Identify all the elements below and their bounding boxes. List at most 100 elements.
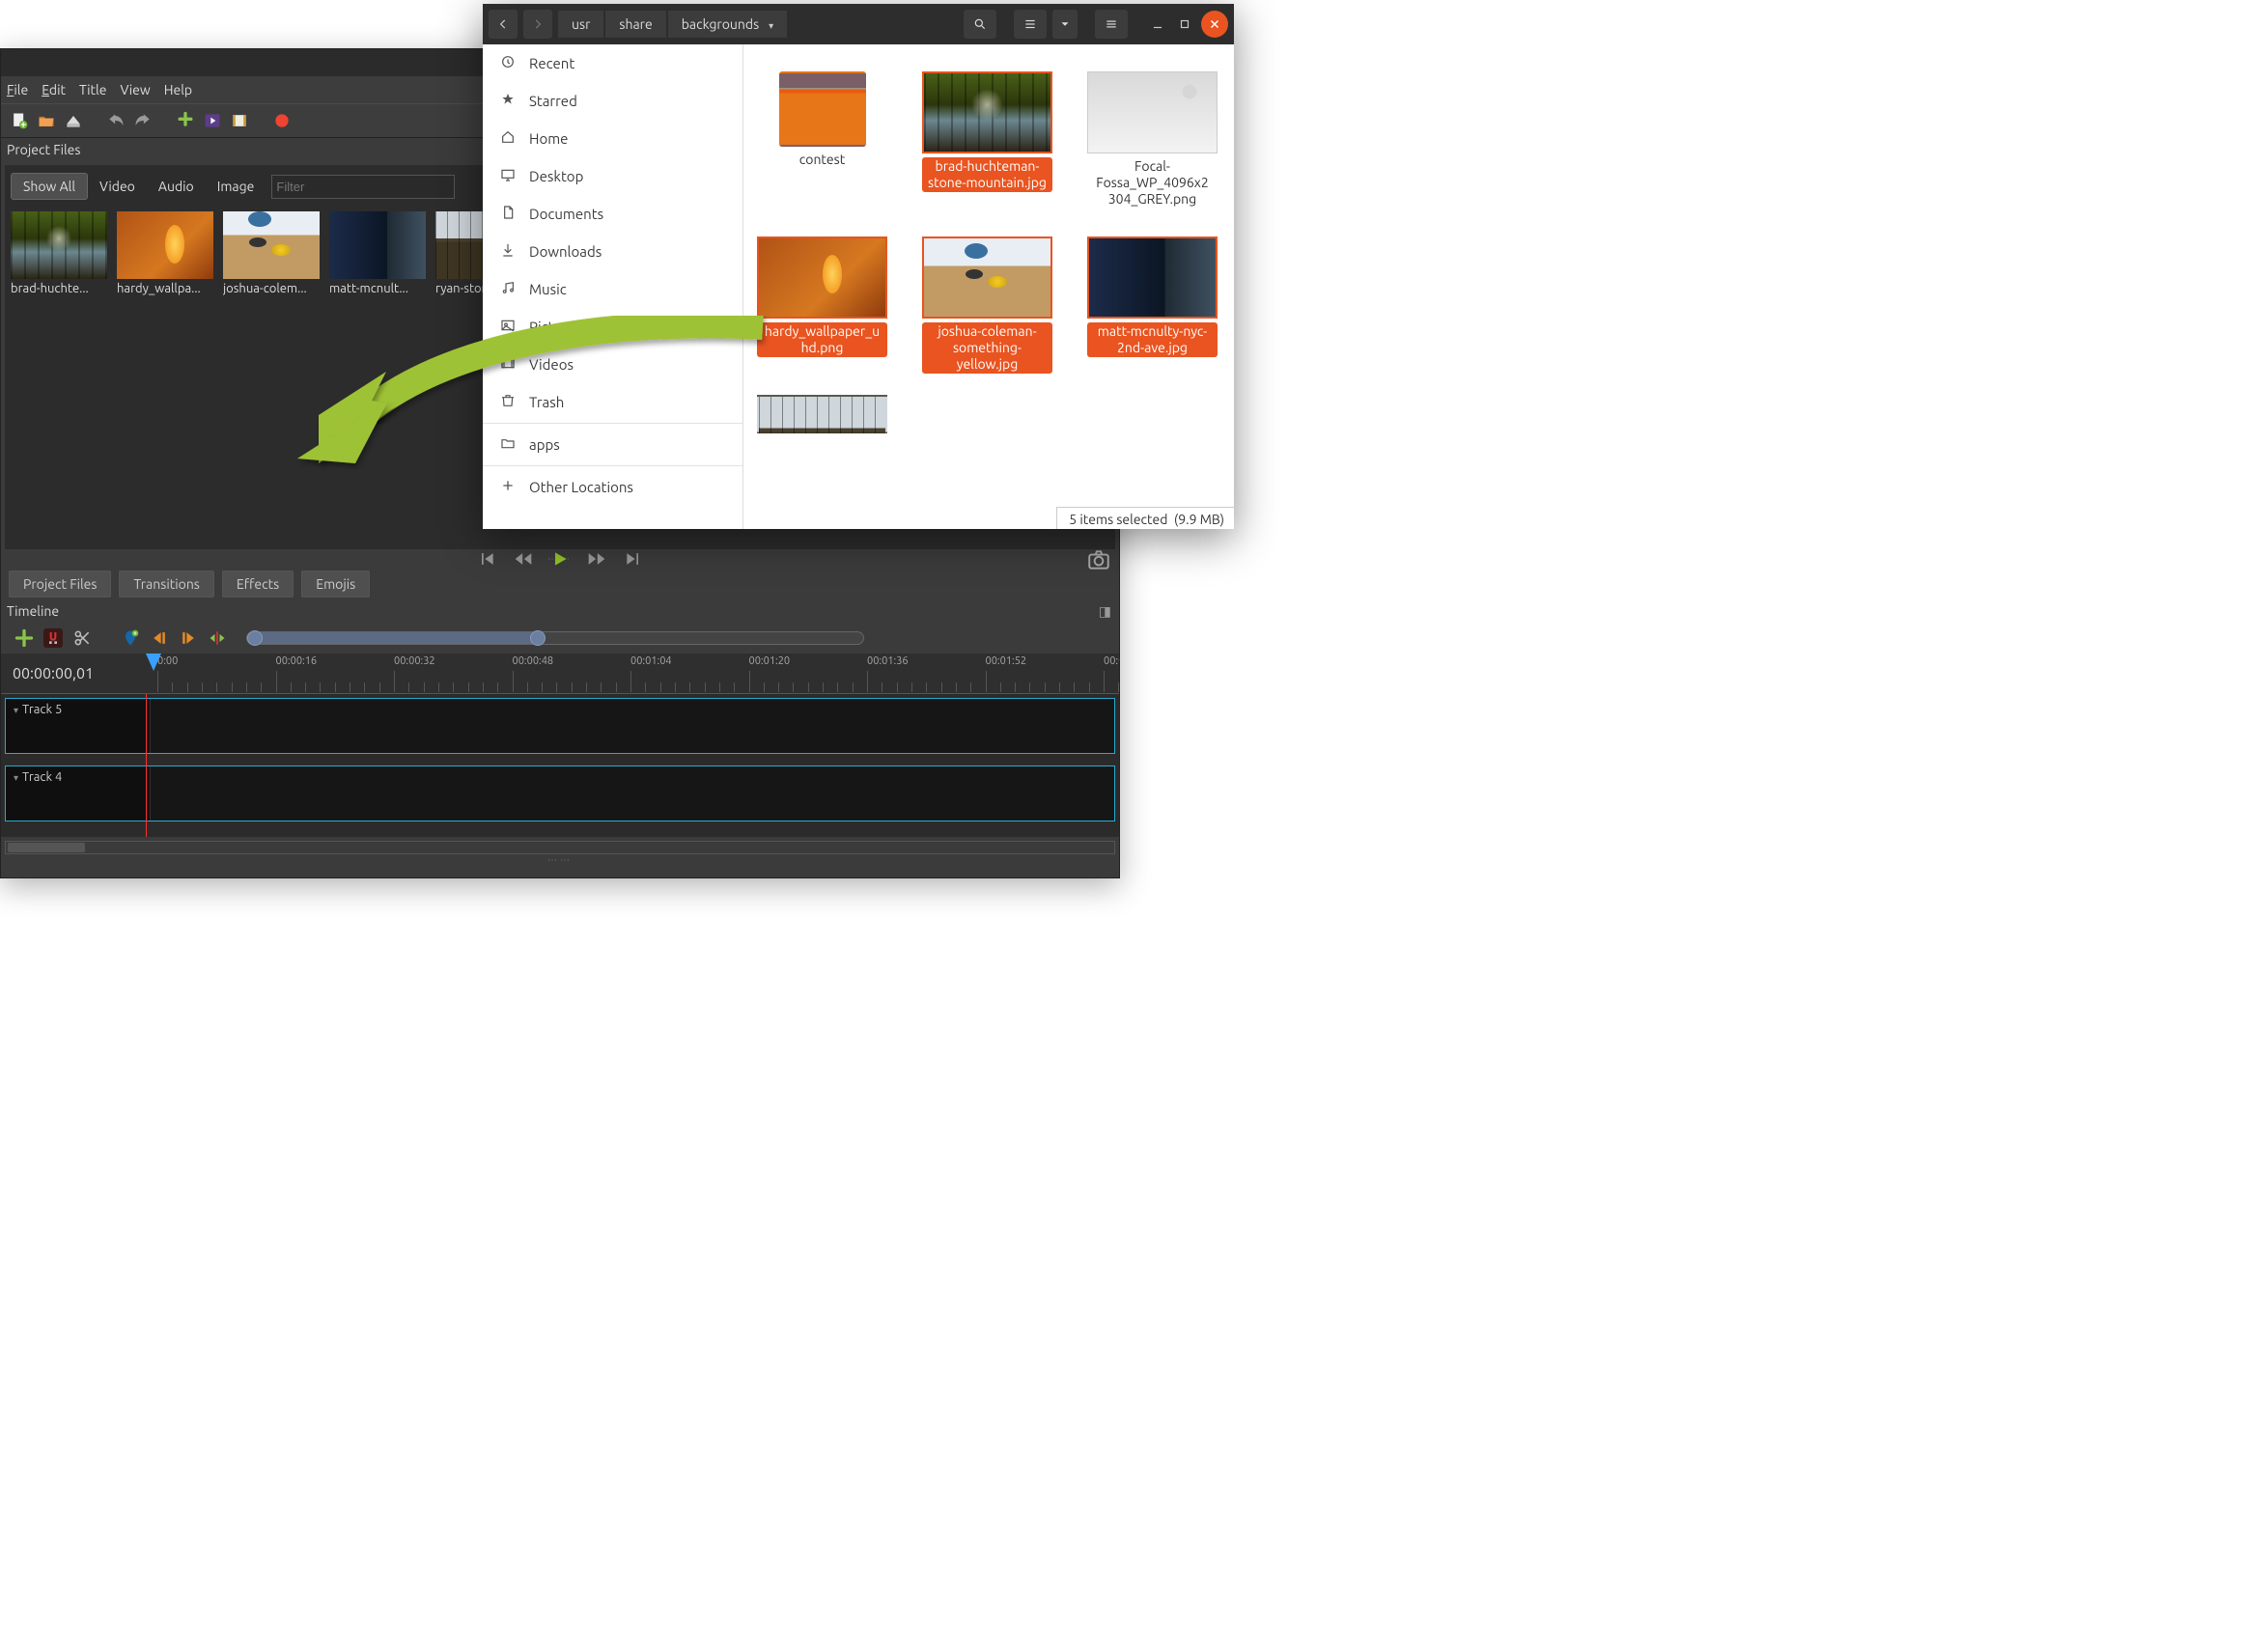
- project-file-item[interactable]: brad-huchte...: [11, 211, 107, 295]
- filter-image[interactable]: Image: [206, 174, 266, 199]
- undo-icon[interactable]: [105, 110, 126, 131]
- sidebar-item-videos[interactable]: Videos: [483, 346, 742, 383]
- file-item[interactable]: joshua-coleman-something-yellow.jpg: [922, 237, 1052, 373]
- tab-project-files[interactable]: Project Files: [9, 571, 111, 598]
- timeline-track[interactable]: Track 4: [5, 765, 1115, 821]
- filter-audio[interactable]: Audio: [147, 174, 206, 199]
- forward-icon[interactable]: [587, 549, 606, 571]
- record-icon[interactable]: [271, 110, 293, 131]
- snapshot-icon[interactable]: [1086, 547, 1111, 569]
- sidebar-item-label: apps: [529, 436, 560, 453]
- zoom-knob-right[interactable]: [530, 630, 546, 646]
- play-icon[interactable]: [550, 549, 570, 571]
- tab-transitions[interactable]: Transitions: [119, 571, 213, 598]
- sidebar-item-desktop[interactable]: Desktop: [483, 157, 742, 195]
- tab-effects[interactable]: Effects: [222, 571, 294, 598]
- sidebar-item-music[interactable]: Music: [483, 270, 742, 308]
- sidebar-item-folder[interactable]: apps: [483, 426, 742, 463]
- list-view-icon[interactable]: [1014, 10, 1047, 39]
- status-size: (9.9 MB): [1174, 512, 1224, 527]
- filter-video[interactable]: Video: [88, 174, 147, 199]
- export-icon[interactable]: [229, 110, 250, 131]
- sidebar-item-star[interactable]: Starred: [483, 82, 742, 120]
- timecode-display: 00:00:00,01: [13, 665, 94, 682]
- filter-input[interactable]: [271, 175, 455, 199]
- playhead-icon[interactable]: [146, 654, 161, 671]
- center-playhead-icon[interactable]: [208, 628, 227, 648]
- filter-show-all[interactable]: Show All: [11, 173, 88, 200]
- view-dropdown-icon[interactable]: [1052, 10, 1078, 39]
- preview-icon[interactable]: [202, 110, 223, 131]
- prev-marker-icon[interactable]: [150, 628, 169, 648]
- save-project-icon[interactable]: [63, 110, 84, 131]
- sidebar-item-label: Downloads: [529, 243, 602, 260]
- star-icon: [500, 92, 516, 110]
- rewind-icon[interactable]: [514, 549, 533, 571]
- sidebar-item-label: Other Locations: [529, 479, 633, 495]
- sidebar-item-documents[interactable]: Documents: [483, 195, 742, 233]
- skip-end-icon[interactable]: [624, 549, 643, 571]
- videos-icon: [500, 355, 516, 374]
- file-item[interactable]: brad-huchteman-stone-mountain.jpg: [922, 71, 1052, 208]
- sidebar-item-downloads[interactable]: Downloads: [483, 233, 742, 270]
- sidebar-item-home[interactable]: Home: [483, 120, 742, 157]
- sidebar-item-recent[interactable]: Recent: [483, 44, 742, 82]
- timeline-ruler[interactable]: 00:00:00,01 0:0000:00:1600:00:3200:00:48…: [1, 654, 1119, 694]
- path-segment-share[interactable]: share: [605, 11, 665, 38]
- new-project-icon[interactable]: [9, 110, 30, 131]
- sidebar-item-label: Documents: [529, 206, 603, 222]
- snap-icon[interactable]: [43, 628, 63, 648]
- project-file-item[interactable]: matt-mcnult...: [329, 211, 426, 295]
- track-header[interactable]: Track 4: [6, 766, 151, 821]
- open-project-icon[interactable]: [36, 110, 57, 131]
- forward-button[interactable]: [523, 10, 552, 39]
- path-segment-backgrounds[interactable]: backgrounds: [668, 11, 788, 38]
- hamburger-menu-icon[interactable]: [1095, 10, 1128, 39]
- menu-title[interactable]: Title: [79, 82, 106, 97]
- ruler-tick: 00:01:20: [749, 655, 791, 667]
- project-file-item[interactable]: hardy_wallpa...: [117, 211, 213, 295]
- sidebar-item-pictures[interactable]: Pictures: [483, 308, 742, 346]
- skip-start-icon[interactable]: [477, 549, 496, 571]
- folder-item[interactable]: contest: [757, 71, 887, 208]
- menu-help[interactable]: Help: [164, 82, 192, 97]
- zoom-knob-left[interactable]: [247, 630, 263, 646]
- maximize-button[interactable]: [1174, 10, 1195, 39]
- file-item[interactable]: matt-mcnulty-nyc-2nd-ave.jpg: [1087, 237, 1218, 373]
- minimize-button[interactable]: [1147, 10, 1168, 39]
- next-marker-icon[interactable]: [179, 628, 198, 648]
- timeline-tracks[interactable]: Track 5 Track 4: [1, 694, 1119, 837]
- timeline-scrollbar[interactable]: [5, 841, 1115, 854]
- file-item[interactable]: ryan-stone-...: [757, 395, 887, 433]
- tab-emojis[interactable]: Emojis: [301, 571, 370, 598]
- import-icon[interactable]: [175, 110, 196, 131]
- sidebar-item-trash[interactable]: Trash: [483, 383, 742, 421]
- timeline-dock-icon[interactable]: ◨: [1099, 603, 1111, 620]
- track-header[interactable]: Track 5: [6, 699, 151, 753]
- file-label: Focal-Fossa_WP_4096x2304_GREY.png: [1087, 157, 1218, 208]
- menu-edit[interactable]: Edit: [42, 82, 66, 97]
- menu-view[interactable]: View: [120, 82, 150, 97]
- file-item[interactable]: hardy_wallpaper_uhd.png: [757, 237, 887, 373]
- menu-file[interactable]: File: [7, 82, 28, 97]
- back-button[interactable]: [489, 10, 518, 39]
- razor-icon[interactable]: [72, 628, 92, 648]
- zoom-slider[interactable]: [246, 631, 864, 645]
- project-file-item[interactable]: joshua-colem...: [223, 211, 320, 295]
- timeline-track[interactable]: Track 5: [5, 698, 1115, 754]
- add-marker-icon[interactable]: [121, 628, 140, 648]
- add-track-icon[interactable]: [14, 628, 34, 648]
- fm-main[interactable]: contest brad-huchteman-stone-mountain.jpg…: [743, 44, 1234, 529]
- fm-sidebar: RecentStarredHomeDesktop Documents Downloa…: [483, 44, 743, 529]
- file-item[interactable]: Focal-Fossa_WP_4096x2304_GREY.png: [1087, 71, 1218, 208]
- path-segment-usr[interactable]: usr: [558, 11, 603, 38]
- timeline-label: Timeline ◨: [1, 599, 1119, 623]
- pictures-icon: [500, 318, 516, 336]
- search-icon[interactable]: [964, 10, 996, 39]
- image-thumb-icon: [1087, 237, 1218, 319]
- redo-icon[interactable]: [132, 110, 154, 131]
- close-button[interactable]: [1201, 11, 1228, 38]
- image-thumb-icon: [757, 237, 887, 319]
- sidebar-item-plus[interactable]: Other Locations: [483, 468, 742, 506]
- timeline-resize-handle[interactable]: ⋯⋯: [1, 854, 1119, 866]
